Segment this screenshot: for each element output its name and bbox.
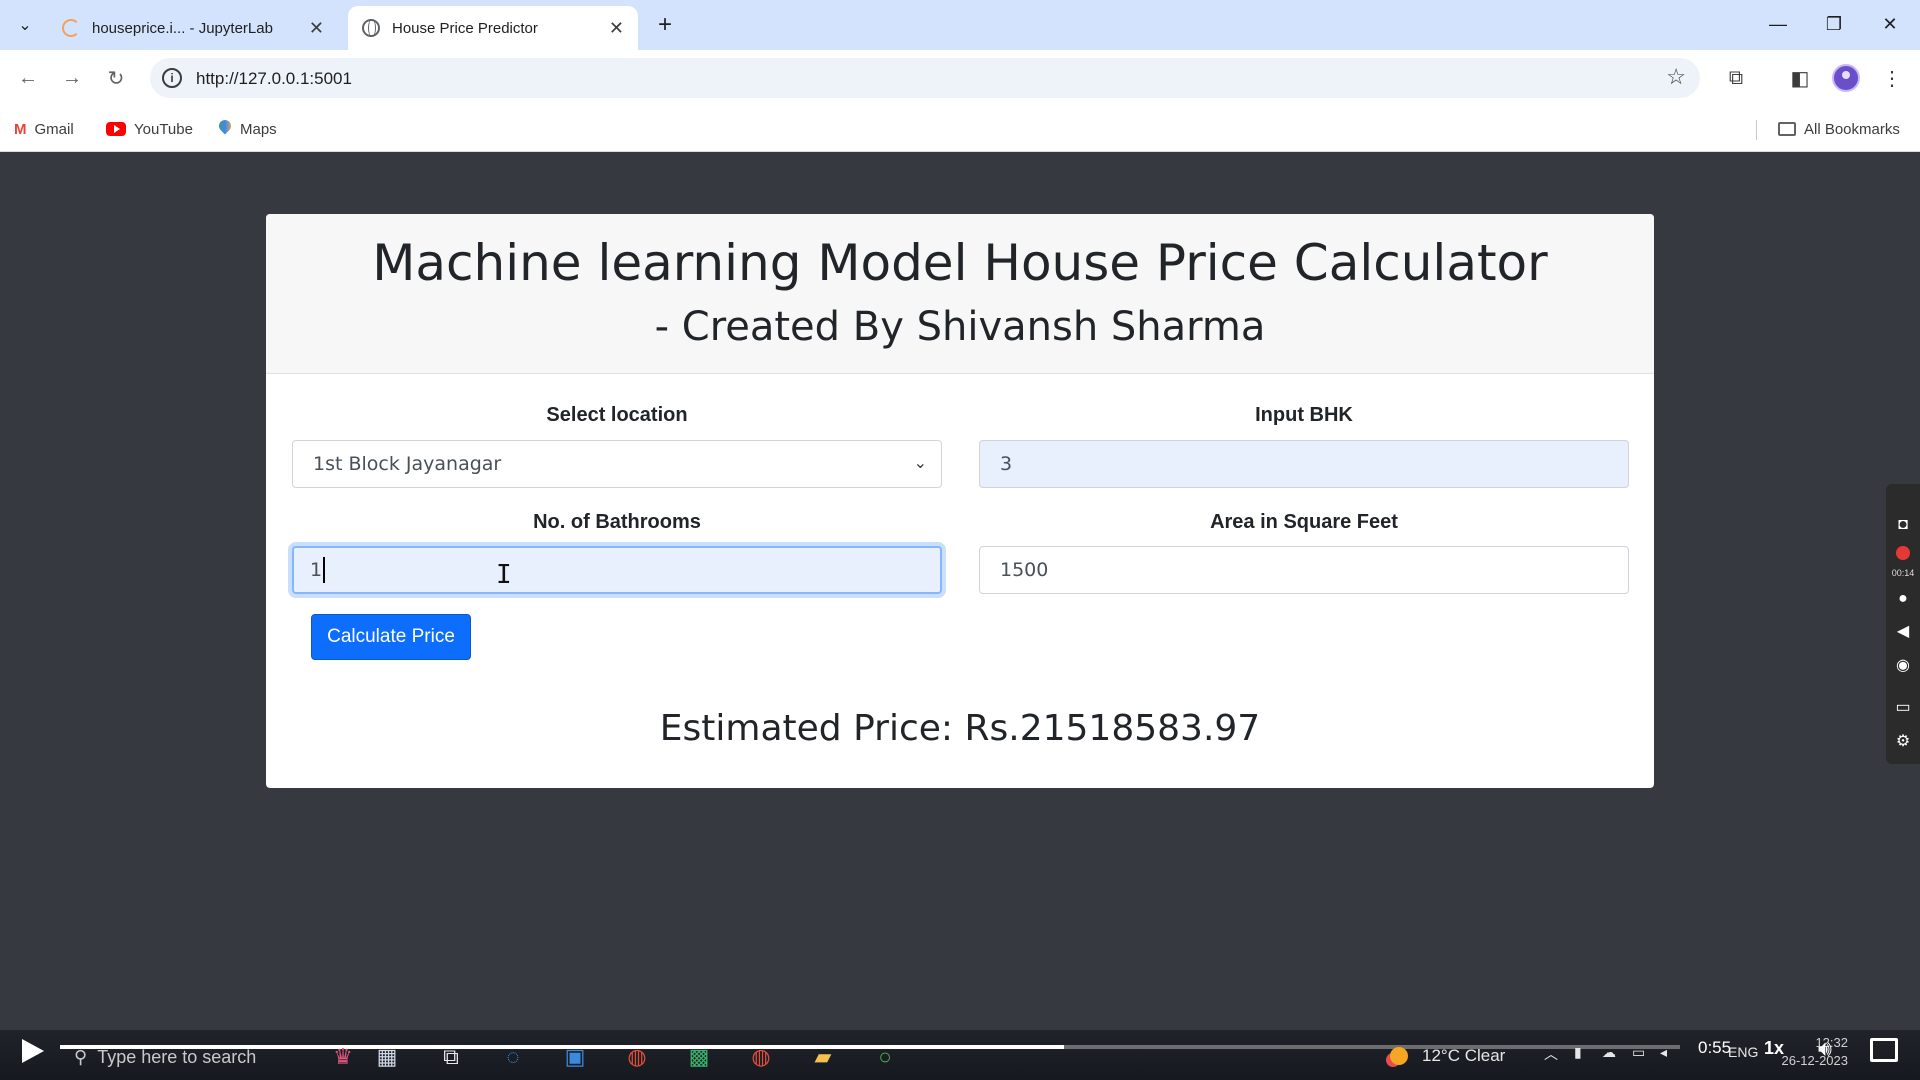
task-view-icon[interactable]: ⧉ xyxy=(434,1040,468,1074)
bathrooms-label: No. of Bathrooms xyxy=(533,511,701,533)
taskbar-app-icon[interactable]: ▩ xyxy=(682,1040,716,1074)
taskbar-app-icon[interactable]: ▣ xyxy=(558,1040,592,1074)
bhk-input[interactable]: 3 xyxy=(979,440,1629,488)
microphone-icon[interactable]: ● xyxy=(1892,588,1914,610)
location-select-value: 1st Block Jayanagar xyxy=(313,453,502,475)
calculate-price-button[interactable]: Calculate Price xyxy=(311,614,471,660)
fullscreen-icon[interactable] xyxy=(1870,1038,1898,1062)
screen-recorder-panel: ◘ 00:14 ● ◀ ◉ ▭ ⚙ xyxy=(1886,484,1920,764)
tab-house-price-predictor[interactable]: House Price Predictor ✕ xyxy=(348,6,638,50)
page-subtitle: - Created By Shivansh Sharma xyxy=(654,304,1266,350)
taskbar-search[interactable]: ⚲ Type here to search xyxy=(74,1042,274,1072)
file-explorer-icon[interactable]: ▰ xyxy=(806,1040,840,1074)
tray-chevron-up-icon[interactable]: ︿ xyxy=(1544,1044,1558,1064)
estimated-price-result: Estimated Price: Rs.21518583.97 xyxy=(659,708,1261,749)
bookmarks-bar: M Gmail YouTube Maps All Bookmarks xyxy=(0,106,1920,152)
area-input[interactable]: 1500 xyxy=(979,546,1629,594)
bookmark-label: YouTube xyxy=(134,120,193,138)
taskbar-app-icon[interactable]: ♛ xyxy=(326,1040,360,1074)
side-panel-icon[interactable]: ◧ xyxy=(1784,62,1816,94)
clock-time: 12:32 xyxy=(1815,1035,1848,1050)
browser-menu-kebab-icon[interactable]: ⋮ xyxy=(1876,62,1908,94)
all-bookmarks-button[interactable]: All Bookmarks xyxy=(1778,116,1900,142)
play-icon[interactable] xyxy=(18,1038,44,1064)
bookmark-label: Gmail xyxy=(34,120,74,138)
tab-search-chevron-icon[interactable]: ⌄ xyxy=(10,10,40,40)
edge-browser-icon[interactable]: ◌ xyxy=(496,1040,530,1074)
browser-tabstrip: ⌄ houseprice.i... - JupyterLab ✕ House P… xyxy=(0,0,1920,50)
clock-date: 26-12-2023 xyxy=(1781,1053,1849,1068)
tray-microphone-icon[interactable]: ▮ xyxy=(1574,1044,1582,1061)
speaker-icon[interactable]: ◀ xyxy=(1892,620,1914,642)
folder-icon xyxy=(1778,122,1796,136)
weather-widget[interactable]: 12°C Clear xyxy=(1390,1042,1505,1070)
youtube-icon xyxy=(106,122,126,136)
window-close-icon[interactable]: ✕ xyxy=(1870,8,1910,40)
language-indicator[interactable]: ENG xyxy=(1728,1044,1758,1060)
loading-spinner-icon xyxy=(62,19,80,37)
location-label: Select location xyxy=(546,404,688,426)
tray-battery-icon[interactable]: ▭ xyxy=(1632,1044,1645,1061)
restore-icon[interactable]: ❐ xyxy=(1814,8,1854,40)
area-input-value: 1500 xyxy=(1000,559,1049,581)
tray-cloud-icon[interactable]: ☁ xyxy=(1602,1044,1616,1061)
weather-sun-icon xyxy=(1390,1047,1408,1065)
reload-icon[interactable]: ↻ xyxy=(100,62,132,94)
tab-close-icon[interactable]: ✕ xyxy=(309,18,324,39)
recording-time: 00:14 xyxy=(1891,568,1915,578)
address-bar[interactable]: i http://127.0.0.1:5001 ☆ xyxy=(150,58,1700,98)
url-text[interactable]: http://127.0.0.1:5001 xyxy=(196,69,352,89)
calculator-card: Machine learning Model House Price Calcu… xyxy=(266,214,1654,788)
page-title: Machine learning Model House Price Calcu… xyxy=(372,234,1548,292)
extensions-puzzle-icon[interactable]: ⧉ xyxy=(1720,62,1752,94)
weather-text: 12°C Clear xyxy=(1422,1046,1506,1065)
bhk-label: Input BHK xyxy=(1255,404,1353,426)
card-header: Machine learning Model House Price Calcu… xyxy=(266,214,1654,374)
bookmarks-divider xyxy=(1756,120,1757,140)
chrome-icon[interactable]: ◍ xyxy=(744,1040,778,1074)
camera-icon[interactable]: ◘ xyxy=(1892,514,1914,536)
volume-icon[interactable]: 🔊︎ xyxy=(1818,1036,1832,1062)
text-caret xyxy=(323,557,326,583)
bookmark-label: Maps xyxy=(240,120,277,138)
site-info-icon[interactable]: i xyxy=(162,68,182,88)
taskbar-app-icon[interactable]: ○ xyxy=(868,1040,902,1074)
bookmark-youtube[interactable]: YouTube xyxy=(106,116,193,142)
taskbar-search-placeholder: Type here to search xyxy=(97,1046,257,1067)
taskbar-app-icon[interactable]: ▦ xyxy=(370,1040,404,1074)
forward-arrow-icon[interactable]: → xyxy=(56,62,88,94)
search-icon: ⚲ xyxy=(74,1046,88,1067)
video-current-time: 0:55 xyxy=(1698,1038,1732,1057)
taskbar-clock[interactable]: 12:32 26-12-2023 xyxy=(1774,1034,1849,1070)
bathrooms-input[interactable]: 1 xyxy=(292,546,942,594)
tab-jupyterlab[interactable]: houseprice.i... - JupyterLab ✕ xyxy=(48,6,338,50)
area-label: Area in Square Feet xyxy=(1210,511,1398,533)
browser-toolbar: ← → ↻ i http://127.0.0.1:5001 ☆ ⧉ ◧ ⋮ xyxy=(0,50,1920,106)
tab-label: House Price Predictor xyxy=(392,19,538,37)
back-arrow-icon[interactable]: ← xyxy=(12,62,44,94)
webcam-icon[interactable]: ◉ xyxy=(1892,654,1914,676)
tray-volume-icon[interactable]: ◂ xyxy=(1660,1044,1667,1061)
tab-label: houseprice.i... - JupyterLab xyxy=(92,19,273,37)
bhk-input-value: 3 xyxy=(1000,453,1013,475)
globe-icon xyxy=(362,19,380,37)
profile-avatar[interactable] xyxy=(1832,64,1860,92)
location-select[interactable]: 1st Block Jayanagar ⌄ xyxy=(292,440,942,488)
screen-icon[interactable]: ▭ xyxy=(1892,696,1914,718)
gmail-icon: M xyxy=(14,120,27,138)
record-icon[interactable] xyxy=(1892,542,1914,564)
bookmark-gmail[interactable]: M Gmail xyxy=(14,116,74,142)
chrome-icon[interactable]: ◍ xyxy=(620,1040,654,1074)
minimize-icon[interactable]: — xyxy=(1758,8,1798,40)
chevron-down-icon: ⌄ xyxy=(913,453,927,472)
bathrooms-input-value: 1 xyxy=(310,559,323,581)
bookmark-star-icon[interactable]: ☆ xyxy=(1666,64,1686,90)
maps-icon xyxy=(218,120,232,138)
text-cursor-ibeam-icon: I xyxy=(496,560,512,590)
bookmark-maps[interactable]: Maps xyxy=(218,116,277,142)
settings-gear-icon[interactable]: ⚙ xyxy=(1892,730,1914,752)
new-tab-button[interactable]: + xyxy=(650,10,680,40)
all-bookmarks-label: All Bookmarks xyxy=(1804,120,1900,138)
tab-close-icon[interactable]: ✕ xyxy=(609,18,624,39)
